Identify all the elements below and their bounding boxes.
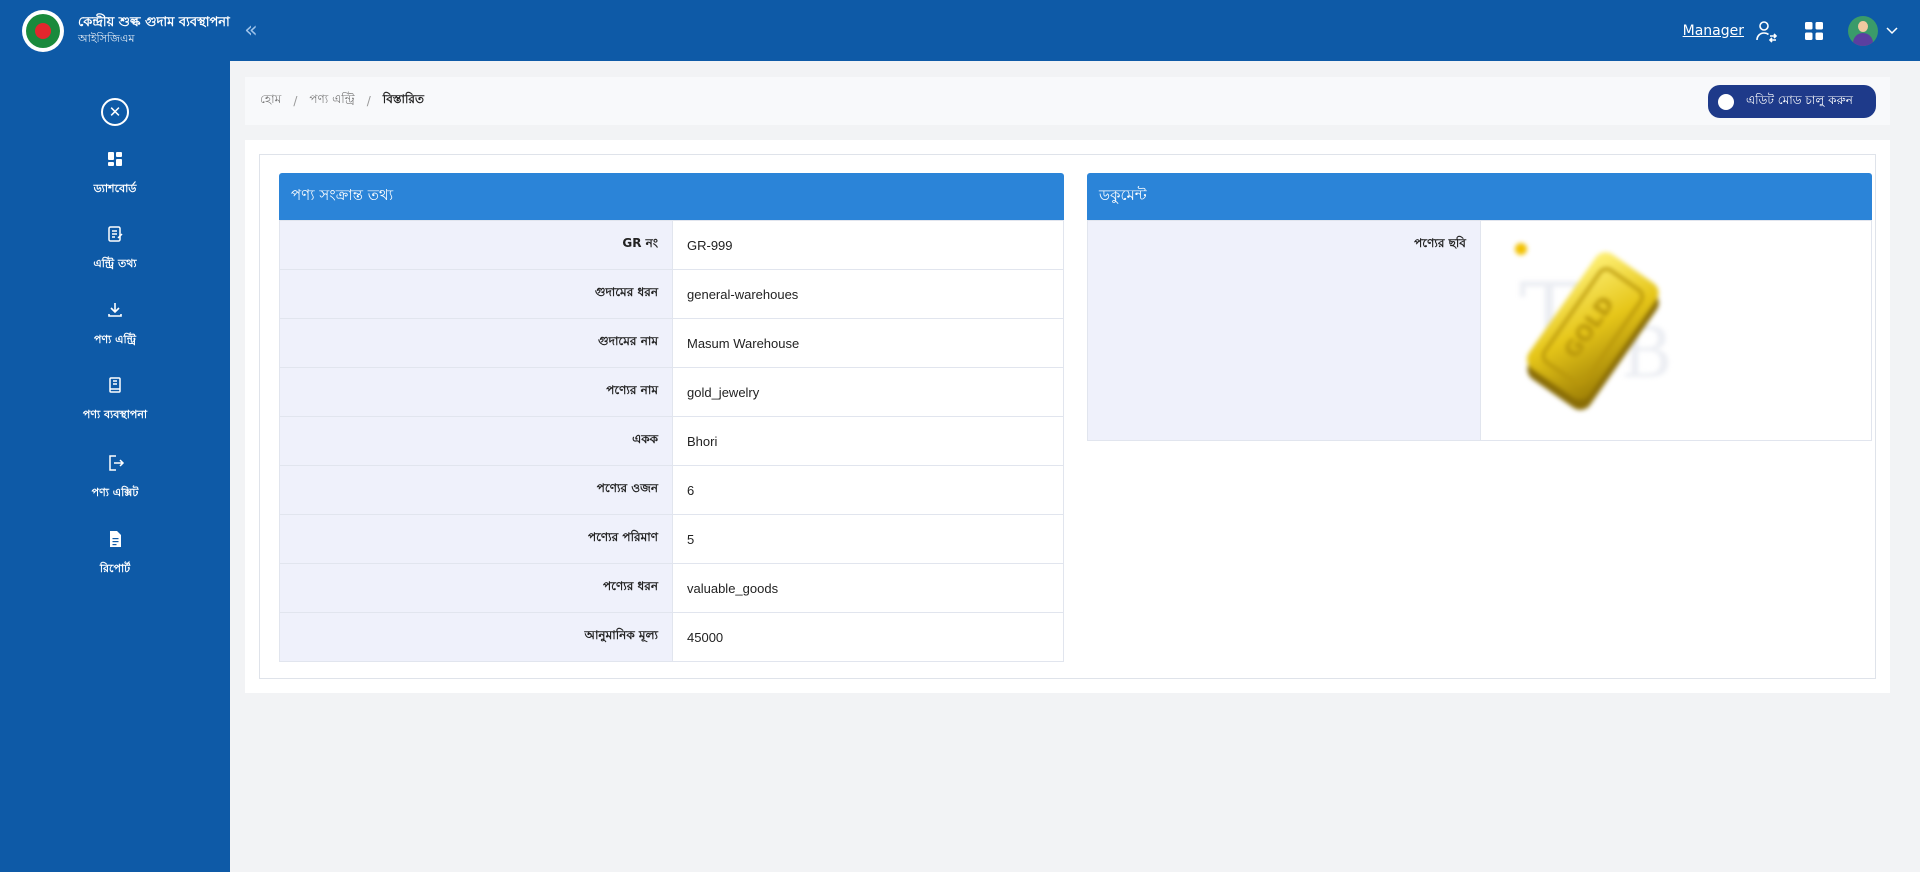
sidebar-item-entry-info[interactable]: এন্ট্রি তথ্য	[0, 224, 230, 274]
brand[interactable]: কেন্দ্রীয় শুল্ক গুদাম ব্যবস্থাপনা আইসিজ…	[0, 0, 230, 61]
apps-grid-icon[interactable]	[1804, 21, 1824, 41]
field-label: আনুমানিক মূল্য	[279, 612, 673, 662]
sidebar-item-label: রিপোর্ট	[99, 562, 131, 575]
breadcrumb-current: বিস্তারিত	[382, 92, 425, 106]
sidebar-item-product-management[interactable]: পণ্য ব্যবস্থাপনা	[0, 375, 230, 425]
table-row: গুদামের ধরন general-warehoues	[279, 269, 1064, 319]
documents-panel: ডকুমেন্ট পণ্যের ছবি T B GOLD	[1087, 173, 1872, 441]
breadcrumb-separator: /	[366, 94, 371, 108]
field-label: GR নং	[279, 220, 673, 270]
field-label: পণ্যের ধরন	[279, 563, 673, 613]
sidebar-item-label: পণ্য ব্যবস্থাপনা	[82, 408, 148, 421]
role-switch-link[interactable]: Manager	[1683, 23, 1744, 39]
field-value: 6	[672, 465, 1064, 515]
edit-mode-toggle[interactable]: এডিট মোড চালু করুন	[1708, 85, 1876, 118]
table-row: আনুমানিক মূল্য 45000	[279, 612, 1064, 662]
field-value: gold_jewelry	[672, 367, 1064, 417]
documents-title: ডকুমেন্ট	[1087, 173, 1872, 220]
sidebar-item-report[interactable]: রিপোর্ট	[0, 529, 230, 579]
table-row: পণ্যের পরিমাণ 5	[279, 514, 1064, 564]
close-sidebar-icon[interactable]: ✕	[101, 98, 129, 126]
download-icon	[108, 303, 122, 317]
field-label: পণ্যের ওজন	[279, 465, 673, 515]
toggle-knob[interactable]	[1718, 93, 1734, 110]
table-row: গুদামের নাম Masum Warehouse	[279, 318, 1064, 368]
exit-icon	[109, 455, 125, 471]
field-value: valuable_goods	[672, 563, 1064, 613]
edit-mode-label: এডিট মোড চালু করুন	[1746, 92, 1853, 107]
avatar[interactable]	[1848, 15, 1878, 46]
field-label: পণ্যের পরিমাণ	[279, 514, 673, 564]
report-icon	[110, 531, 121, 547]
product-info-panel: পণ্য সংক্রান্ত তথ্য GR নং GR-999 গুদামের ধ…	[279, 173, 1064, 662]
field-value: Masum Warehouse	[672, 318, 1064, 368]
field-label: একক	[279, 416, 673, 466]
breadcrumb-separator: /	[293, 94, 298, 108]
breadcrumb-home[interactable]: হোম	[260, 91, 281, 111]
field-label: পণ্যের নাম	[279, 367, 673, 417]
user-switch-icon[interactable]	[1754, 18, 1780, 44]
product-image-cell: T B GOLD	[1480, 220, 1872, 441]
emblem-logo	[22, 9, 64, 52]
breadcrumb-product-entry[interactable]: পণ্য এন্ট্রি	[309, 91, 354, 111]
sidebar-item-label: এন্ট্রি তথ্য	[93, 257, 137, 270]
app-subtitle: আইসিজিএম	[78, 32, 135, 45]
sidebar-item-label: ড্যাশবোর্ড	[93, 182, 137, 195]
field-value: Bhori	[672, 416, 1064, 466]
field-label: গুদামের ধরন	[279, 269, 673, 319]
field-label: গুদামের নাম	[279, 318, 673, 368]
field-value: general-warehoues	[672, 269, 1064, 319]
table-row: পণ্যের নাম gold_jewelry	[279, 367, 1064, 417]
product-info-title: পণ্য সংক্রান্ত তথ্য	[279, 173, 1064, 220]
entry-info-icon	[108, 226, 123, 242]
sidebar-item-product-exit[interactable]: পণ্য এক্সিট	[0, 453, 230, 503]
collapse-sidebar-button[interactable]: «	[236, 18, 266, 43]
sidebar-item-dashboard[interactable]: ড্যাশবোর্ড	[0, 149, 230, 199]
table-row: একক Bhori	[279, 416, 1064, 466]
field-value: 5	[672, 514, 1064, 564]
dashboard-icon	[108, 152, 122, 166]
book-icon	[109, 377, 121, 393]
table-row: পণ্যের ওজন 6	[279, 465, 1064, 515]
documents-table: পণ্যের ছবি T B GOLD	[1087, 220, 1872, 441]
table-row: পণ্যের ছবি T B GOLD	[1087, 220, 1872, 441]
field-value: GR-999	[672, 220, 1064, 270]
sidebar: ✕ ড্যাশবোর্ড এন্ট্রি তথ্য পণ্য এন্ট্রি প…	[0, 61, 230, 872]
table-row: GR নং GR-999	[279, 220, 1064, 270]
app-title: কেন্দ্রীয় শুল্ক গুদাম ব্যবস্থাপনা	[78, 15, 230, 30]
gold-bar-image[interactable]: T B GOLD	[1501, 237, 1691, 427]
sidebar-item-product-entry[interactable]: পণ্য এন্ট্রি	[0, 300, 230, 350]
sidebar-item-label: পণ্য এন্ট্রি	[94, 333, 136, 346]
top-header: কেন্দ্রীয় শুল্ক গুদাম ব্যবস্থাপনা আইসিজ…	[0, 0, 1920, 61]
product-info-table: GR নং GR-999 গুদামের ধরন general-warehoues গ…	[279, 220, 1064, 662]
table-row: পণ্যের ধরন valuable_goods	[279, 563, 1064, 613]
sidebar-item-label: পণ্য এক্সিট	[91, 486, 139, 499]
breadcrumb: হোম / পণ্য এন্ট্রি / বিস্তারিত এডিট মোড …	[245, 77, 1890, 125]
chevron-down-icon[interactable]	[1886, 24, 1898, 38]
product-image-label: পণ্যের ছবি	[1087, 220, 1481, 441]
field-value: 45000	[672, 612, 1064, 662]
